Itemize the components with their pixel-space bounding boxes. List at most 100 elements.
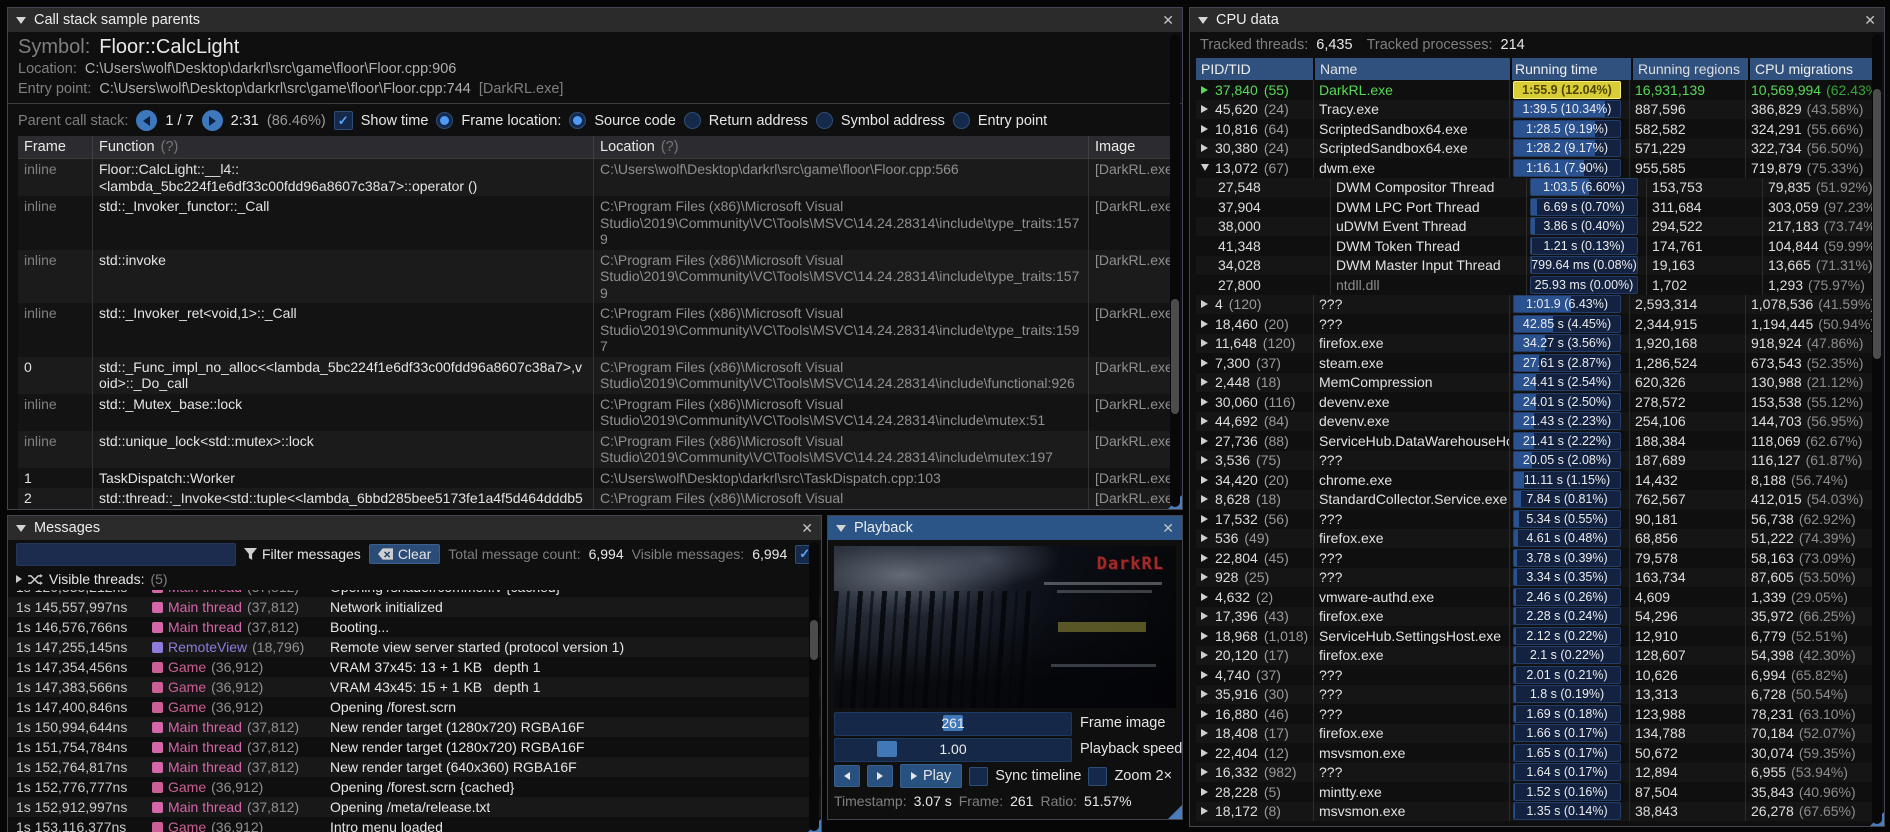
expand-icon[interactable] <box>1201 748 1215 757</box>
radio-entry-point[interactable] <box>952 112 970 129</box>
expand-icon[interactable] <box>1201 475 1215 484</box>
cpu-process-row[interactable]: 35,916 (30)??? 1.8 s (0.19%) 13,313 6,728 (50… <box>1196 684 1878 704</box>
column-header-cpu-migrations[interactable]: CPU migrations <box>1750 58 1878 80</box>
message-row[interactable]: 1s 152,764,817ns Main thread (37,812) New r… <box>8 757 821 777</box>
cpu-process-row[interactable]: 4 (120)??? 1:01.9 (6.43%) 2,593,314 1,078,53… <box>1196 294 1878 314</box>
cpu-process-row[interactable]: 20,120 (17) firefox.exe 2.1 s (0.22%) 128,60… <box>1196 645 1878 665</box>
cpu-process-row[interactable]: 8,628 (18) StandardCollector.Service.exe 7.… <box>1196 489 1878 509</box>
cpu-process-row[interactable]: 18,460 (20)??? 42.85 s (4.45%) 2,344,915 1,1… <box>1196 314 1878 334</box>
cpu-process-row[interactable]: 37,904 DWM LPC Port Thread 6.69 s (0.70%) 3… <box>1196 197 1878 217</box>
frame-image-slider[interactable]: 261 <box>834 712 1072 736</box>
expand-icon[interactable] <box>1201 436 1215 445</box>
cpu-process-row[interactable]: 4,740 (37)??? 2.01 s (0.21%) 10,626 6,994 (65… <box>1196 665 1878 685</box>
cpu-process-row[interactable]: 30,060 (116) devenv.exe 24.01 s (2.50%) 278,… <box>1196 392 1878 412</box>
callstack-frame-row[interactable]: inline std::_Mutex_base::lock C:\Program F… <box>18 393 1177 431</box>
cpu-process-row[interactable]: 928 (25)??? 3.34 s (0.35%) 163,734 87,605 (53… <box>1196 567 1878 587</box>
message-row[interactable]: 1s 151,754,784ns Main thread (37,812) New r… <box>8 737 821 757</box>
next-callstack-button[interactable] <box>201 110 223 131</box>
cpu-process-row[interactable]: 30,380 (24) ScriptedSandbox64.exe 1:28.2 (9… <box>1196 138 1878 158</box>
column-header-name[interactable]: Name <box>1315 58 1512 80</box>
cpu-process-row[interactable]: 27,800 ntdll.dll 25.93 ms (0.00%) 1,702 1,29… <box>1196 275 1878 295</box>
resize-grip[interactable] <box>1168 805 1182 819</box>
expand-icon[interactable] <box>1201 495 1215 504</box>
callstack-scrollbar[interactable] <box>1170 34 1180 507</box>
message-row[interactable]: 1s 145,557,997ns Main thread (37,812) Netwo… <box>8 597 821 617</box>
expand-icon[interactable] <box>1201 709 1215 718</box>
play-button[interactable]: Play <box>900 764 963 788</box>
cpu-process-row[interactable]: 34,028 DWM Master Input Thread 799.64 ms (… <box>1196 255 1878 275</box>
playback-titlebar[interactable]: Playback ✕ <box>828 516 1182 540</box>
cpu-process-row[interactable]: 13,072 (67) dwm.exe 1:16.1 (7.90%) 955,585 71… <box>1196 158 1878 178</box>
filter-messages-control[interactable]: Filter messages <box>244 546 361 562</box>
expand-icon[interactable] <box>1201 612 1215 621</box>
callstack-frame-row[interactable]: inline Floor::CalcLight::__l4::<lambda_5b… <box>18 159 1177 196</box>
cpu-process-row[interactable]: 41,348 DWM Token Thread 1.21 s (0.13%) 174,… <box>1196 236 1878 256</box>
filter-input[interactable] <box>16 542 236 566</box>
playback-speed-slider[interactable]: 1.00 <box>834 738 1072 762</box>
message-row[interactable]: 1s 146,576,766ns Main thread (37,812) Booti… <box>8 617 821 637</box>
cpu-process-row[interactable]: 37,840 (55) DarkRL.exe 1:55.9 (12.04%) 16,93… <box>1196 80 1878 100</box>
cpu-process-row[interactable]: 11,648 (120) firefox.exe 34.27 s (3.56%) 1,9… <box>1196 333 1878 353</box>
message-row[interactable]: 1s 147,400,846ns Game (36,912) Opening /for… <box>8 697 821 717</box>
radio-symbol-address[interactable] <box>815 112 833 129</box>
expand-icon[interactable] <box>1201 592 1215 601</box>
message-row[interactable]: 1s 152,912,997ns Main thread (37,812) Openi… <box>8 797 821 817</box>
expand-icon[interactable] <box>1201 729 1215 738</box>
cpu-process-row[interactable]: 34,420 (20) chrome.exe 11.11 s (1.15%) 14,43… <box>1196 470 1878 490</box>
collapse-icon[interactable] <box>1198 16 1208 24</box>
expand-icon[interactable] <box>1201 534 1215 543</box>
collapse-icon[interactable] <box>16 16 26 24</box>
expand-icon[interactable] <box>1201 768 1215 777</box>
tree-expand-icon[interactable] <box>16 575 22 583</box>
next-frame-button[interactable] <box>867 765 893 787</box>
column-header-function[interactable]: Function (?) <box>93 136 594 158</box>
close-icon[interactable]: ✕ <box>1864 13 1876 27</box>
callstack-frame-row[interactable]: 1 TaskDispatch::Worker C:\Users\wolf\Deskt… <box>18 467 1177 488</box>
column-header-image[interactable]: Image <box>1089 136 1182 158</box>
expand-icon[interactable] <box>1201 397 1215 406</box>
expand-icon[interactable] <box>1201 807 1215 816</box>
expand-icon[interactable] <box>1201 300 1215 309</box>
message-row[interactable]: 1s 120,335,212ns Main thread (37,812) Openi… <box>8 590 821 597</box>
message-row[interactable]: 1s 147,354,456ns Game (36,912) VRAM 37x45: … <box>8 657 821 677</box>
sync-timeline-checkbox[interactable] <box>969 766 989 786</box>
collapse-icon[interactable] <box>1201 164 1215 172</box>
expand-icon[interactable] <box>1201 417 1215 426</box>
expand-icon[interactable] <box>1201 358 1215 367</box>
callstack-frame-row[interactable]: 2 std::thread::_Invoke<std::tuple<<lambda… <box>18 488 1177 509</box>
radio-return-address[interactable] <box>683 112 701 129</box>
expand-icon[interactable] <box>1201 85 1215 94</box>
column-header-frame[interactable]: Frame <box>18 136 93 158</box>
scrollbar-grab[interactable] <box>1873 89 1881 359</box>
column-header-location[interactable]: Location (?) <box>594 136 1089 158</box>
cpu-process-row[interactable]: 44,692 (84) devenv.exe 21.43 s (2.23%) 254,1… <box>1196 411 1878 431</box>
column-header-pid-tid[interactable]: PID/TID <box>1196 58 1315 80</box>
expand-icon[interactable] <box>1201 144 1215 153</box>
clear-button[interactable]: Clear <box>368 544 441 564</box>
cpu-process-row[interactable]: 18,172 (8) msvsmon.exe 1.35 s (0.14%) 38,843… <box>1196 801 1878 821</box>
callstack-frame-row[interactable]: inline std::unique_lock<std::mutex>::lock… <box>18 430 1177 468</box>
expand-icon[interactable] <box>1201 670 1215 679</box>
message-row[interactable]: 1s 153,116,377ns Game (36,912) Intro menu l… <box>8 817 821 832</box>
expand-icon[interactable] <box>1201 573 1215 582</box>
message-row[interactable]: 1s 150,994,644ns Main thread (37,812) New r… <box>8 717 821 737</box>
radio-source-code[interactable] <box>569 112 587 129</box>
cpu-process-row[interactable]: 27,548 DWM Compositor Thread 1:03.5 (6.60%… <box>1196 177 1878 197</box>
expand-icon[interactable] <box>1201 514 1215 523</box>
collapse-icon[interactable] <box>836 524 846 532</box>
expand-icon[interactable] <box>1201 339 1215 348</box>
cpu-process-row[interactable]: 17,532 (56)??? 5.34 s (0.55%) 90,181 56,738(… <box>1196 509 1878 529</box>
callstack-frame-row[interactable]: 0 std::_Func_impl_no_alloc<<lambda_5bc224… <box>18 356 1177 394</box>
prev-frame-button[interactable] <box>834 765 860 787</box>
expand-icon[interactable] <box>1201 105 1215 114</box>
cpu-process-row[interactable]: 7,300 (37) steam.exe 27.61 s (2.87%) 1,286,5… <box>1196 353 1878 373</box>
expand-icon[interactable] <box>1201 378 1215 387</box>
column-header-running-time[interactable]: Running time <box>1512 58 1633 80</box>
messages-titlebar[interactable]: Messages ✕ <box>8 516 821 540</box>
cpu-process-row[interactable]: 18,408 (17) firefox.exe 1.66 s (0.17%) 134,7… <box>1196 723 1878 743</box>
expand-icon[interactable] <box>1201 651 1215 660</box>
callstack-titlebar[interactable]: Call stack sample parents ✕ <box>8 8 1182 32</box>
expand-icon[interactable] <box>1201 456 1215 465</box>
cpu-process-row[interactable]: 536 (49) firefox.exe 4.61 s (0.48%) 68,856 51… <box>1196 528 1878 548</box>
callstack-frame-row[interactable]: inline std::invoke C:\Program Files (x86)\… <box>18 249 1177 303</box>
